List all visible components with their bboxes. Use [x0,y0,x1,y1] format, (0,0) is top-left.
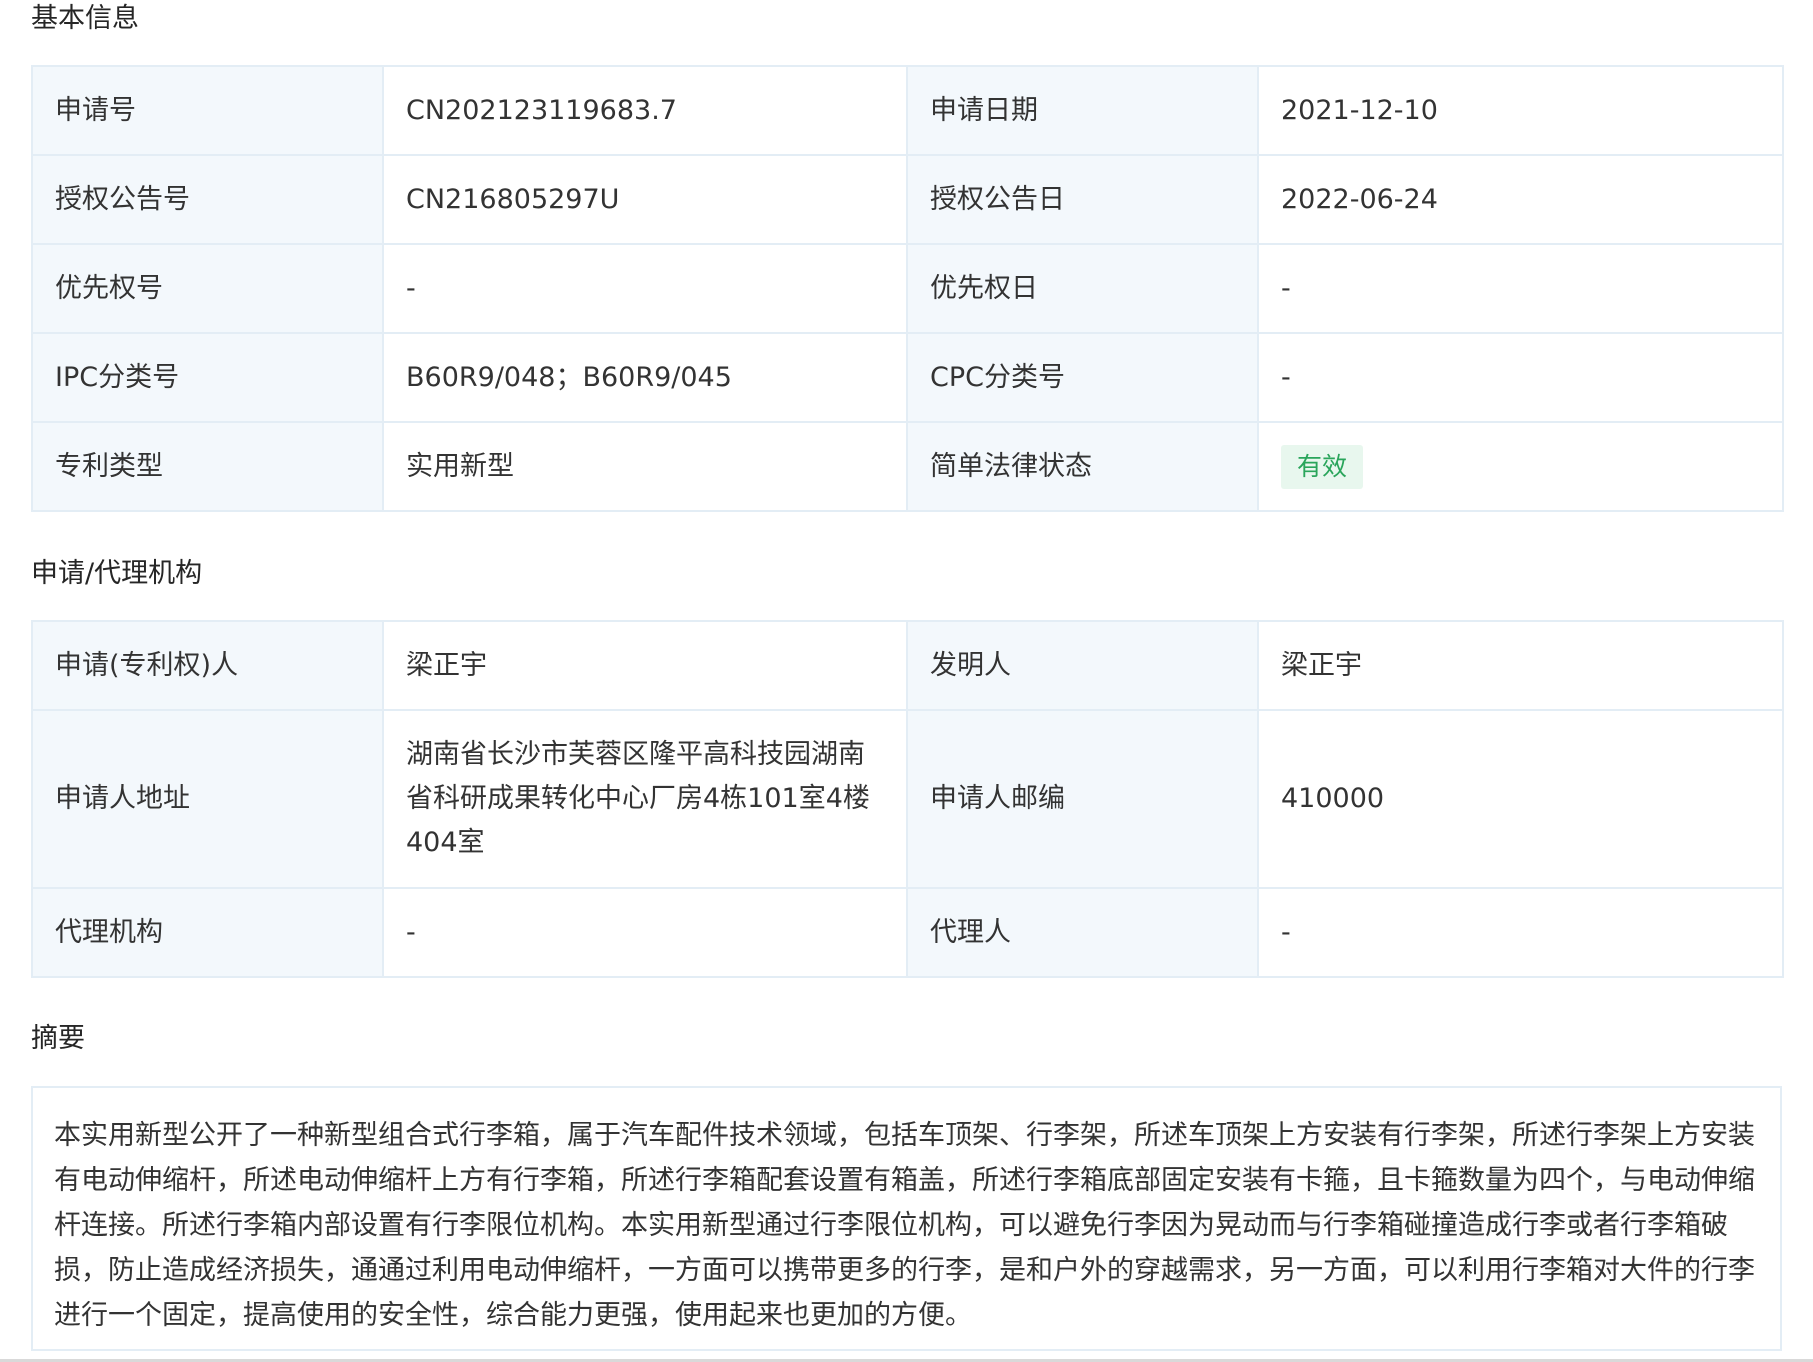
label-agency: 代理机构 [31,887,384,978]
abstract-box: 本实用新型公开了一种新型组合式行李箱，属于汽车配件技术领域，包括车顶架、行李架，… [31,1086,1782,1351]
value-priority-date: - [1257,243,1784,334]
section-title-abstract: 摘要 [31,1023,85,1054]
value-application-number: CN202123119683.7 [382,65,908,156]
status-badge: 有效 [1281,444,1364,489]
label-applicant-address: 申请人地址 [31,709,384,889]
label-inventor: 发明人 [906,620,1259,711]
label-application-number: 申请号 [31,65,384,156]
table-row: 优先权号 - 优先权日 - [31,243,1784,334]
table-row: 授权公告号 CN216805297U 授权公告日 2022-06-24 [31,154,1784,245]
value-ipc: B60R9/048；B60R9/045 [382,332,908,423]
agency-info-table: 申请(专利权)人 梁正宇 发明人 梁正宇 申请人地址 湖南省长沙市芙蓉区隆平高科… [31,620,1784,978]
value-agency: - [382,887,908,978]
label-applicant: 申请(专利权)人 [31,620,384,711]
value-legal-status-cell: 有效 [1257,421,1784,512]
table-row: 申请(专利权)人 梁正宇 发明人 梁正宇 [31,620,1784,711]
label-patent-type: 专利类型 [31,421,384,512]
label-grant-number: 授权公告号 [31,154,384,245]
value-agent: - [1257,887,1784,978]
label-grant-date: 授权公告日 [906,154,1259,245]
value-cpc: - [1257,332,1784,423]
value-grant-number: CN216805297U [382,154,908,245]
value-applicant-address: 湖南省长沙市芙蓉区隆平高科技园湖南省科研成果转化中心厂房4栋101室4楼404室 [382,709,908,889]
label-priority-date: 优先权日 [906,243,1259,334]
value-application-date: 2021-12-10 [1257,65,1784,156]
value-applicant: 梁正宇 [382,620,908,711]
table-row: 专利类型 实用新型 简单法律状态 有效 [31,421,1784,512]
label-priority-number: 优先权号 [31,243,384,334]
value-patent-type: 实用新型 [382,421,908,512]
abstract-text: 本实用新型公开了一种新型组合式行李箱，属于汽车配件技术领域，包括车顶架、行李架，… [54,1120,1755,1331]
label-postal-code: 申请人邮编 [906,709,1259,889]
label-ipc: IPC分类号 [31,332,384,423]
label-cpc: CPC分类号 [906,332,1259,423]
section-title-basic-info: 基本信息 [31,3,139,34]
label-legal-status: 简单法律状态 [906,421,1259,512]
label-agent: 代理人 [906,887,1259,978]
label-application-date: 申请日期 [906,65,1259,156]
value-postal-code: 410000 [1257,709,1784,889]
table-row: 代理机构 - 代理人 - [31,887,1784,978]
value-priority-number: - [382,243,908,334]
table-row: 申请人地址 湖南省长沙市芙蓉区隆平高科技园湖南省科研成果转化中心厂房4栋101室… [31,709,1784,889]
table-row: 申请号 CN202123119683.7 申请日期 2021-12-10 [31,65,1784,156]
section-title-agency: 申请/代理机构 [31,558,203,589]
table-row: IPC分类号 B60R9/048；B60R9/045 CPC分类号 - [31,332,1784,423]
value-inventor: 梁正宇 [1257,620,1784,711]
basic-info-table: 申请号 CN202123119683.7 申请日期 2021-12-10 授权公… [31,65,1784,512]
value-grant-date: 2022-06-24 [1257,154,1784,245]
